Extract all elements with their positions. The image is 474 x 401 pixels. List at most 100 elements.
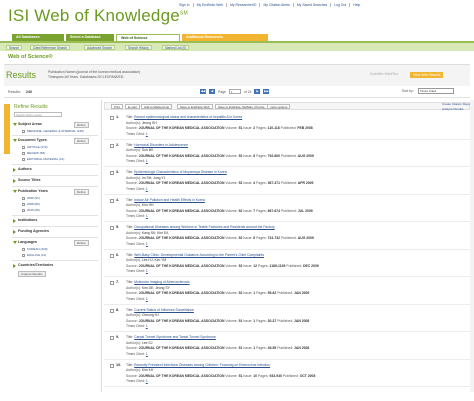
record-checkbox[interactable] xyxy=(110,226,114,230)
record-checkbox[interactable] xyxy=(110,281,114,285)
expand-triangle-icon[interactable] xyxy=(13,123,17,126)
page-scrollbar[interactable] xyxy=(470,100,474,392)
times-cited-link[interactable]: 1 xyxy=(146,159,148,163)
link-researcherid[interactable]: My ResearcherID xyxy=(227,3,261,7)
expand-triangle-icon[interactable] xyxy=(13,139,17,142)
volume-label: Volume: xyxy=(224,153,239,158)
link-log-out[interactable]: Log Out xyxy=(331,3,351,7)
record-title-link[interactable]: Epidemiologic Characteristics of Moyamoy… xyxy=(134,170,227,174)
record-title-link[interactable]: Indoor Air Pollution and Health Effects … xyxy=(134,198,205,202)
record-title-link[interactable]: Current Status of Influenza Surveillance xyxy=(134,308,194,312)
subnav-cited-reference[interactable]: Cited Reference Search xyxy=(30,44,71,50)
record-title-link[interactable]: Molecular Imaging of Atherosclerosis xyxy=(134,280,189,284)
last-page-icon[interactable]: ▶▶ xyxy=(263,89,270,94)
expand-triangle-icon[interactable] xyxy=(13,241,17,244)
record-title-link[interactable]: Recent epidemiological status and charac… xyxy=(134,115,242,119)
times-cited-link[interactable]: 1 xyxy=(146,242,148,246)
tab-all-databases[interactable]: All Databases xyxy=(12,34,64,41)
tab-select-database[interactable]: Select a Database xyxy=(66,34,114,41)
record-cited-line: Times Cited: 1 xyxy=(126,269,148,273)
record-checkbox[interactable] xyxy=(110,116,114,120)
times-cited-link[interactable]: 1 xyxy=(146,379,148,383)
isi-logo[interactable]: ISI Web of KnowledgeSM xyxy=(8,6,188,26)
record-title-link[interactable]: Occupational Diseases among Workers in T… xyxy=(134,225,274,229)
record-separator xyxy=(104,193,470,195)
expand-triangle-icon[interactable] xyxy=(13,190,17,193)
link-help[interactable]: Help xyxy=(350,3,363,7)
subnav-advanced-search[interactable]: Advanced Search xyxy=(84,44,116,50)
subnav-marked-list[interactable]: Marked List (0) xyxy=(162,44,190,50)
link-endnote[interactable]: My EndNote Web xyxy=(194,3,228,7)
times-cited-link[interactable]: 1 xyxy=(146,214,148,218)
record-title-link[interactable]: Hormonal Disorders in Adolescence xyxy=(134,143,188,147)
tab-additional-resources[interactable]: Additional Resources xyxy=(182,34,268,41)
record-title-link[interactable]: Carpal Tunnel Syndrome and Tarsal Tunnel… xyxy=(134,335,216,339)
collapsed-triangle-icon[interactable] xyxy=(13,219,16,223)
refine-button[interactable]: Refine xyxy=(74,189,89,195)
checkbox[interactable] xyxy=(22,145,25,149)
analyze-results-link[interactable]: Analyze Results xyxy=(442,107,464,111)
checkbox[interactable] xyxy=(22,247,25,251)
add-marked-list-button[interactable]: Add to Marked List xyxy=(141,104,173,109)
checkbox[interactable] xyxy=(22,208,25,212)
record-published: AUG 2009 xyxy=(297,236,314,240)
tab-web-of-science[interactable]: Web of Science xyxy=(116,34,180,41)
save-endnote-web-button[interactable]: Save to EndNote Web xyxy=(177,104,213,109)
times-cited-link[interactable]: 1 xyxy=(146,132,148,136)
prev-page-icon[interactable]: ◀ xyxy=(209,89,215,94)
checkbox[interactable] xyxy=(22,157,25,161)
next-page-icon[interactable]: ▶ xyxy=(254,89,261,94)
record-pages: 792-800 xyxy=(267,153,281,158)
first-page-icon[interactable]: ◀◀ xyxy=(200,89,206,94)
checkbox[interactable] xyxy=(22,196,25,200)
collapsed-triangle-icon[interactable] xyxy=(13,264,16,268)
refine-button[interactable]: Refine xyxy=(74,240,89,246)
checkbox[interactable] xyxy=(22,151,25,155)
title-label: Title: xyxy=(126,335,135,339)
collapsed-triangle-icon[interactable] xyxy=(13,230,16,234)
print-button[interactable]: Print xyxy=(111,104,124,109)
collapsed-triangle-icon[interactable] xyxy=(13,168,16,172)
times-cited-link[interactable]: 1 xyxy=(146,324,148,328)
link-sign-in[interactable]: Sign In xyxy=(176,3,194,7)
record-checkbox[interactable] xyxy=(110,308,114,313)
link-citation-alerts[interactable]: My Citation Alerts xyxy=(260,3,294,7)
times-cited-link[interactable]: 1 xyxy=(146,269,148,273)
refine-button[interactable]: Refine xyxy=(74,138,89,144)
subnav-search-history[interactable]: Search History xyxy=(125,44,152,50)
record-title-link[interactable]: Recently Prevalent Infectious Diseases a… xyxy=(134,363,270,367)
record-checkbox[interactable] xyxy=(110,198,114,203)
issue-label: Issue: xyxy=(242,318,254,323)
times-cited-link[interactable]: 1 xyxy=(146,187,148,191)
times-cited-link[interactable]: 1 xyxy=(146,297,148,301)
times-cited-link[interactable]: 1 xyxy=(146,352,148,356)
refine-button[interactable]: Refine xyxy=(74,122,89,128)
checkbox[interactable] xyxy=(22,253,25,257)
record-checkbox[interactable] xyxy=(110,363,114,368)
page-input[interactable]: 1 xyxy=(228,89,241,94)
record-checkbox[interactable] xyxy=(110,171,114,175)
record-authors-line: Author(s): Kim KH xyxy=(126,368,153,372)
record-checkbox[interactable] xyxy=(110,336,114,340)
email-button[interactable]: E-mail xyxy=(125,104,140,109)
sort-select[interactable]: Times Cited xyxy=(418,88,454,94)
link-saved-searches[interactable]: My Saved Searches xyxy=(294,3,332,7)
checkbox[interactable] xyxy=(22,202,25,206)
more-options-button[interactable]: more options xyxy=(267,104,291,109)
analyze-results-button[interactable]: Analyze Results xyxy=(18,271,46,277)
divider xyxy=(12,215,98,216)
record-checkbox[interactable] xyxy=(110,253,114,258)
checkbox[interactable] xyxy=(22,129,25,133)
record-title-link[interactable]: Well-Baby Clinic: Developmental Guidance… xyxy=(134,253,264,257)
record-checkbox[interactable] xyxy=(110,143,114,148)
scientific-webplus-link[interactable]: Scientific WebPlus xyxy=(370,72,398,76)
record-pages: 55-62 xyxy=(267,291,277,295)
collapsed-triangle-icon[interactable] xyxy=(13,179,16,183)
citation-report-link[interactable]: Create Citation Report xyxy=(442,102,472,106)
subnav-search[interactable]: Search xyxy=(6,44,23,50)
source-label: Source: xyxy=(126,373,139,378)
search-within-input[interactable]: Search within results xyxy=(14,112,62,117)
divider xyxy=(12,135,98,136)
save-endnote-button[interactable]: Save to EndNote, RefMan, ProCite xyxy=(215,104,268,109)
view-web-results-button[interactable]: View Web Results xyxy=(410,72,444,78)
